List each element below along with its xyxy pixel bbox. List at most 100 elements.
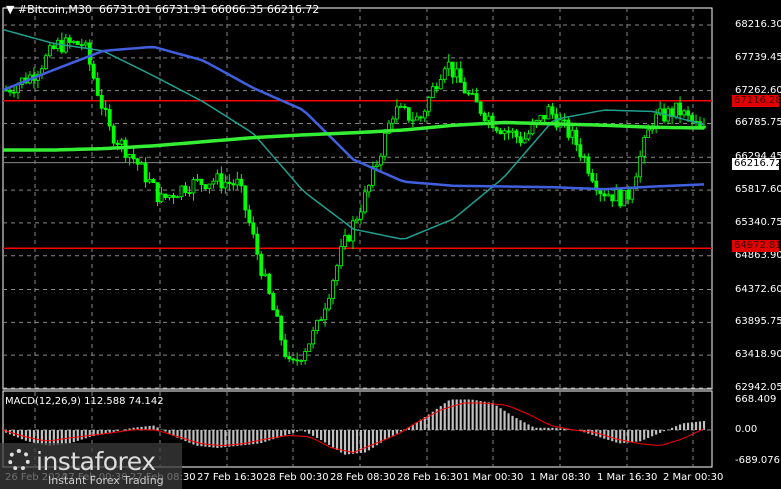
candle bbox=[259, 253, 264, 277]
candle bbox=[271, 293, 276, 311]
candle bbox=[267, 273, 272, 294]
candle bbox=[355, 218, 359, 222]
candle bbox=[562, 119, 567, 122]
candle bbox=[582, 156, 587, 158]
watermark-tagline: Instant Forex Trading bbox=[48, 474, 164, 487]
candle bbox=[179, 185, 184, 198]
candle bbox=[402, 106, 407, 109]
candle bbox=[646, 129, 651, 138]
candle bbox=[618, 189, 623, 207]
symbol: #Bitcoin,M30 bbox=[17, 3, 92, 16]
candle bbox=[426, 97, 431, 112]
candle bbox=[99, 94, 104, 109]
candle bbox=[131, 154, 136, 160]
price-label: 66785.75 bbox=[735, 117, 781, 129]
price-label: 65817.60 bbox=[735, 184, 781, 196]
open-price: 66731.01 bbox=[98, 3, 152, 16]
candle bbox=[51, 45, 56, 50]
candle bbox=[642, 137, 647, 157]
time-label: 28 Feb 00:30 bbox=[263, 472, 329, 483]
candle bbox=[43, 55, 48, 70]
candle bbox=[414, 116, 419, 121]
candle bbox=[303, 351, 308, 361]
candle bbox=[159, 193, 164, 203]
candle bbox=[155, 182, 160, 203]
candle bbox=[470, 93, 475, 96]
candle bbox=[175, 196, 180, 199]
candle bbox=[211, 180, 216, 185]
candle bbox=[482, 113, 487, 121]
chart-title: ▼ #Bitcoin,M30 66731.01 66731.91 66066.3… bbox=[6, 3, 319, 16]
candle bbox=[458, 68, 463, 83]
candle bbox=[494, 127, 499, 131]
high-price: 66731.91 bbox=[154, 3, 208, 16]
candle bbox=[223, 181, 228, 189]
current-price-tag: 66216.72 bbox=[732, 158, 781, 170]
ma-long-line bbox=[3, 120, 705, 152]
candle bbox=[418, 116, 423, 119]
price-chart[interactable] bbox=[0, 0, 781, 489]
candle bbox=[466, 92, 471, 95]
candle bbox=[111, 125, 116, 144]
candle bbox=[59, 39, 64, 53]
candle bbox=[75, 40, 80, 45]
candle bbox=[522, 138, 527, 144]
candle bbox=[331, 280, 335, 299]
candle bbox=[119, 139, 124, 145]
candle bbox=[462, 81, 467, 94]
time-label: 1 Mar 16:30 bbox=[597, 472, 658, 483]
candle bbox=[514, 130, 519, 138]
candle bbox=[215, 173, 220, 182]
candle bbox=[626, 190, 631, 200]
price-label: 67739.45 bbox=[735, 51, 781, 63]
candle bbox=[83, 42, 88, 46]
candle bbox=[347, 235, 351, 242]
candle bbox=[195, 178, 200, 181]
candle bbox=[598, 189, 603, 195]
candle bbox=[614, 189, 619, 202]
time-label: 1 Mar 08:30 bbox=[530, 472, 591, 483]
candle bbox=[438, 79, 443, 90]
candle bbox=[434, 86, 439, 90]
upper-level-tag: 67116.28 bbox=[732, 95, 781, 107]
time-label: 2 Mar 00:30 bbox=[663, 472, 724, 483]
candle bbox=[12, 91, 16, 94]
candle bbox=[199, 178, 204, 186]
candle bbox=[219, 173, 224, 189]
candle bbox=[502, 130, 507, 135]
macd-axis-max: 668.409 bbox=[735, 394, 777, 405]
candle bbox=[530, 123, 535, 135]
watermark-brand: instaforex bbox=[36, 447, 156, 476]
candle bbox=[287, 356, 292, 360]
candle bbox=[203, 184, 208, 190]
triangle-down-icon[interactable]: ▼ bbox=[6, 3, 18, 16]
candle bbox=[8, 89, 12, 93]
time-label: 1 Mar 00:30 bbox=[463, 472, 524, 483]
price-label: 68216.30 bbox=[735, 19, 781, 30]
candle bbox=[674, 102, 678, 118]
candle bbox=[103, 107, 108, 110]
time-label: 28 Feb 08:30 bbox=[330, 472, 396, 483]
candle bbox=[590, 172, 595, 182]
candle bbox=[263, 273, 268, 277]
candle bbox=[95, 77, 100, 96]
candle bbox=[538, 114, 543, 121]
candle bbox=[478, 101, 483, 114]
candle bbox=[171, 194, 176, 198]
candle bbox=[275, 309, 280, 317]
candle bbox=[682, 110, 686, 116]
candle bbox=[311, 330, 316, 345]
candle bbox=[510, 130, 515, 133]
candle bbox=[542, 114, 547, 120]
candle bbox=[187, 192, 192, 194]
candle bbox=[151, 178, 156, 184]
main-panel-frame bbox=[2, 7, 713, 390]
candle bbox=[363, 191, 367, 213]
candle bbox=[359, 211, 363, 220]
candle bbox=[678, 102, 682, 116]
candle bbox=[291, 358, 296, 361]
candle bbox=[227, 181, 232, 184]
candle bbox=[606, 194, 611, 197]
candle bbox=[375, 164, 379, 167]
candle bbox=[87, 42, 92, 65]
